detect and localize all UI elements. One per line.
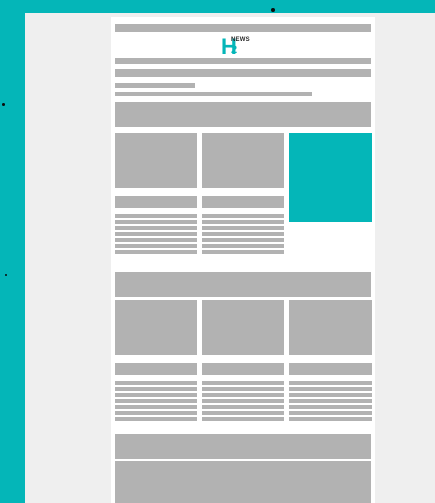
card-title-5[interactable] [289,363,372,375]
nav-bar-primary[interactable] [115,58,371,64]
nav-bar-secondary[interactable] [115,69,371,77]
marker-dot-left [2,103,5,106]
card-title-3[interactable] [115,363,197,375]
card-image-3[interactable] [115,300,197,355]
featured-block[interactable] [289,133,372,222]
section-heading-block[interactable] [115,272,371,297]
card-image-4[interactable] [202,300,284,355]
card-image-1[interactable] [115,133,197,188]
logo-word: NEWS [231,37,250,43]
card-title-1[interactable] [115,196,197,208]
headline-line [115,83,195,88]
marker-dot-left-small [5,274,7,276]
card-title-2[interactable] [202,196,284,208]
footer-block-top[interactable] [115,434,371,459]
left-rail [0,0,25,503]
subheadline-line [115,92,312,96]
top-bar [0,0,435,13]
news-page-mockup: H 2 NEWS [111,17,375,503]
marker-dot-top [271,8,275,12]
card-image-2[interactable] [202,133,284,188]
logo-subscript: 2 [231,44,238,56]
card-image-5[interactable] [289,300,372,355]
footer-block-bottom[interactable] [115,461,371,503]
brand-logo[interactable]: H 2 NEWS [221,35,251,58]
banner-block[interactable] [115,102,371,127]
card-title-4[interactable] [202,363,284,375]
header-bar[interactable] [115,24,371,32]
